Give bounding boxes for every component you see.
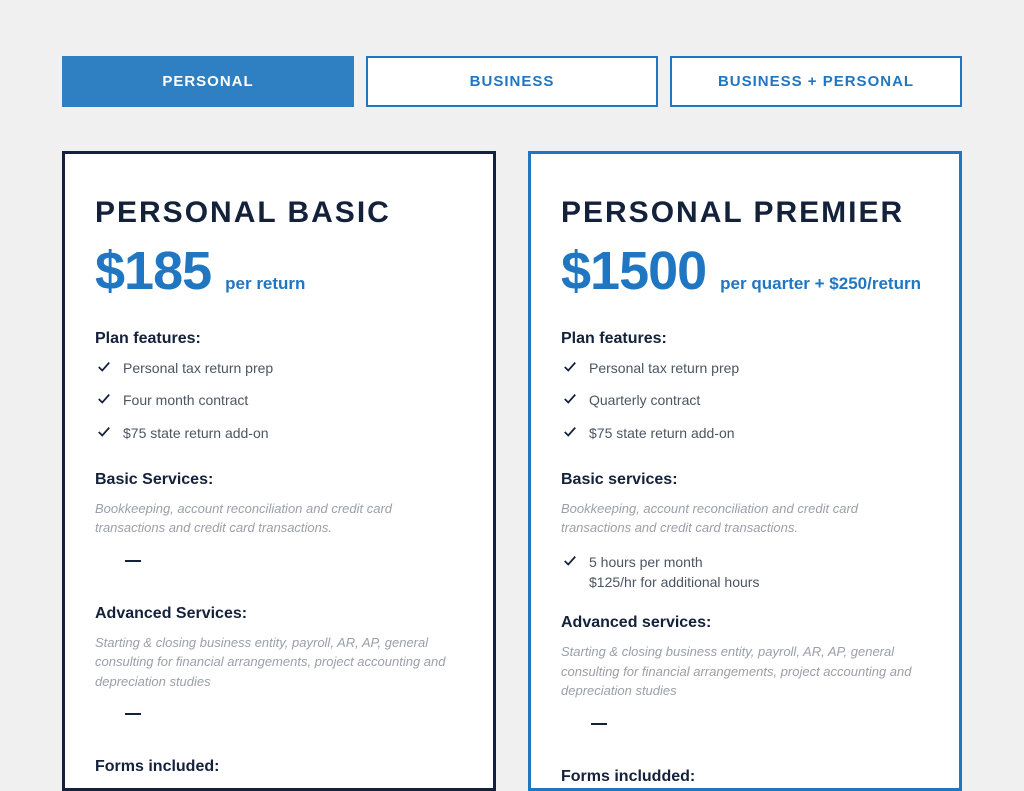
plan-title: PERSONAL PREMIER [561, 196, 929, 230]
plan-features-block: Plan features: Personal tax return prep … [561, 330, 929, 443]
check-icon [97, 360, 111, 374]
item-text: 5 hours per month $125/hr for additional… [589, 554, 759, 590]
list-item: Quarterly contract [589, 390, 929, 410]
list-item: Form 1040, Schedule A, Schedule B, Sched… [123, 786, 463, 791]
plan-tabs: PERSONAL BUSINESS BUSINESS + PERSONAL [62, 0, 962, 107]
advanced-services-desc: Starting & closing business entity, payr… [561, 642, 929, 701]
plan-features-list: Personal tax return prep Four month cont… [95, 358, 463, 443]
plan-title: PERSONAL BASIC [95, 196, 463, 230]
list-item: Four month contract [123, 390, 463, 410]
price-row: $1500 per quarter + $250/return [561, 240, 929, 302]
plan-features-heading: Plan features: [95, 330, 463, 348]
dash-icon [591, 723, 607, 725]
plan-features-block: Plan features: Personal tax return prep … [95, 330, 463, 443]
basic-services-block: Basic Services: Bookkeeping, account rec… [95, 471, 463, 583]
list-item: Personal tax return prep [123, 358, 463, 378]
plan-price: $185 [95, 240, 211, 302]
check-icon [97, 392, 111, 406]
price-row: $185 per return [95, 240, 463, 302]
check-icon [563, 360, 577, 374]
forms-list: Form 1040, Schedule A, Schedule B, Sched… [95, 786, 463, 791]
tab-business[interactable]: BUSINESS [366, 56, 658, 107]
item-text: Four month contract [123, 392, 248, 408]
check-icon [563, 554, 577, 568]
forms-block: Forms includded: All basic forms plus, [561, 768, 929, 791]
list-item: Personal tax return prep [589, 358, 929, 378]
check-icon [563, 392, 577, 406]
item-text: Personal tax return prep [589, 360, 739, 376]
dash-icon [125, 560, 141, 562]
plan-price: $1500 [561, 240, 706, 302]
basic-services-block: Basic services: Bookkeeping, account rec… [561, 471, 929, 593]
basic-services-desc: Bookkeeping, account reconciliation and … [95, 499, 463, 538]
plan-personal-premier: PERSONAL PREMIER $1500 per quarter + $25… [528, 151, 962, 791]
item-text: Quarterly contract [589, 392, 700, 408]
plan-price-sub: per quarter + $250/return [720, 273, 921, 294]
dash-icon [125, 713, 141, 715]
advanced-services-block: Advanced Services: Starting & closing bu… [95, 605, 463, 737]
plan-price-sub: per return [225, 273, 305, 294]
item-text: Personal tax return prep [123, 360, 273, 376]
list-item: 5 hours per month $125/hr for additional… [589, 552, 929, 593]
pricing-plans: PERSONAL BASIC $185 per return Plan feat… [62, 151, 962, 791]
item-text: $75 state return add-on [589, 425, 735, 441]
item-text: $75 state return add-on [123, 425, 269, 441]
check-icon [97, 425, 111, 439]
forms-block: Forms included: Form 1040, Schedule A, S… [95, 758, 463, 791]
forms-heading: Forms includded: [561, 768, 929, 786]
advanced-services-desc: Starting & closing business entity, payr… [95, 633, 463, 692]
tab-business-personal[interactable]: BUSINESS + PERSONAL [670, 56, 962, 107]
list-item: $75 state return add-on [123, 423, 463, 443]
plan-personal-basic: PERSONAL BASIC $185 per return Plan feat… [62, 151, 496, 791]
basic-services-heading: Basic services: [561, 471, 929, 489]
plan-features-list: Personal tax return prep Quarterly contr… [561, 358, 929, 443]
check-icon [563, 425, 577, 439]
advanced-services-heading: Advanced services: [561, 614, 929, 632]
forms-heading: Forms included: [95, 758, 463, 776]
basic-services-desc: Bookkeeping, account reconciliation and … [561, 499, 929, 538]
plan-features-heading: Plan features: [561, 330, 929, 348]
tab-personal[interactable]: PERSONAL [62, 56, 354, 107]
basic-services-list: 5 hours per month $125/hr for additional… [561, 552, 929, 593]
list-item: $75 state return add-on [589, 423, 929, 443]
advanced-services-heading: Advanced Services: [95, 605, 463, 623]
advanced-services-block: Advanced services: Starting & closing bu… [561, 614, 929, 746]
basic-services-heading: Basic Services: [95, 471, 463, 489]
